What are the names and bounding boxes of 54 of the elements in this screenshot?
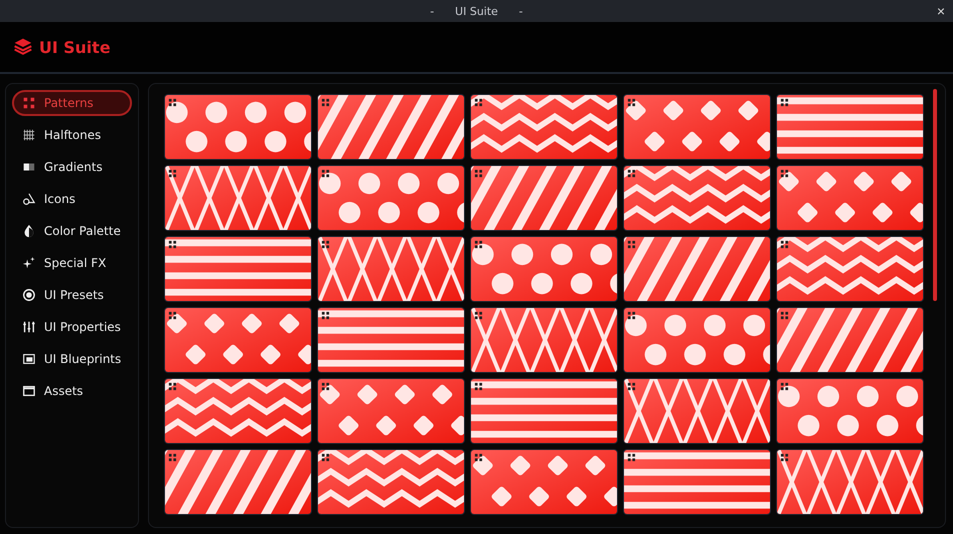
sidebar-item[interactable]: UI Presets [12, 282, 132, 308]
grid-icon [474, 169, 483, 178]
layers-logo-icon [13, 37, 33, 57]
sidebar-item[interactable]: Halftones [12, 122, 132, 148]
grid-icon [321, 453, 330, 462]
grid-icon [168, 169, 177, 178]
grid-icon [780, 169, 789, 178]
grid-icon [780, 311, 789, 320]
grid-icon [474, 453, 483, 462]
shapes-icon [22, 192, 36, 206]
grid-icon [168, 453, 177, 462]
app-name: UI Suite [39, 38, 110, 56]
close-button[interactable]: × [932, 2, 949, 20]
grid-icon [780, 382, 789, 391]
grid-icon [627, 98, 636, 107]
grid-icon [321, 240, 330, 249]
grid-icon [321, 311, 330, 320]
grid-icon [627, 453, 636, 462]
grid-icon [627, 169, 636, 178]
grid-icon [780, 98, 789, 107]
window-title: - UI Suite - [430, 4, 523, 18]
blueprint-icon [22, 352, 36, 366]
grid-icon [780, 240, 789, 249]
grid-icon [321, 169, 330, 178]
grid-icon [22, 128, 36, 142]
sidebar-item[interactable]: Special FX [12, 250, 132, 276]
grid-icon [474, 98, 483, 107]
grid-icon [168, 240, 177, 249]
window-icon [22, 384, 36, 398]
sliders-icon [22, 320, 36, 334]
sparkle-icon [22, 256, 36, 270]
grid-icon [627, 311, 636, 320]
radio-icon [22, 288, 36, 302]
grid-icon [168, 311, 177, 320]
scrollbar[interactable] [933, 89, 937, 301]
grid-icon [321, 382, 330, 391]
grid-icon [627, 382, 636, 391]
sidebar-item[interactable]: Assets [12, 378, 132, 404]
sidebar-item[interactable]: Color Palette [12, 218, 132, 244]
grid-icon [168, 382, 177, 391]
pattern-icon [22, 96, 36, 110]
grid-icon [627, 240, 636, 249]
grid-icon [474, 311, 483, 320]
grid-icon [780, 453, 789, 462]
sidebar-item[interactable]: Gradients [12, 154, 132, 180]
grid-icon [321, 98, 330, 107]
sidebar-item[interactable]: UI Blueprints [12, 346, 132, 372]
grid-icon [474, 382, 483, 391]
drop-icon [22, 224, 36, 238]
grid-icon [168, 98, 177, 107]
grid-icon [474, 240, 483, 249]
sidebar-item[interactable]: Icons [12, 186, 132, 212]
sidebar-item[interactable]: Patterns [12, 90, 132, 116]
sidebar-item[interactable]: UI Properties [12, 314, 132, 340]
